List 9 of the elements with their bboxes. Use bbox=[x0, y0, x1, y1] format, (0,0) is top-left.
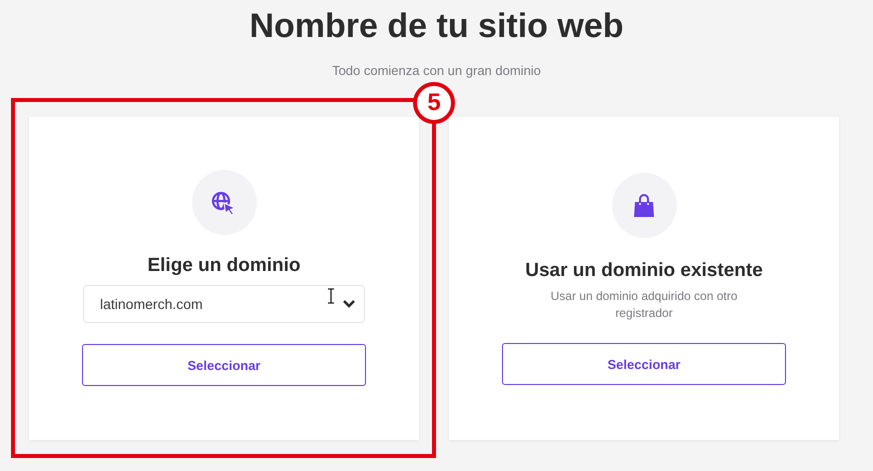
card-description: Usar un dominio adquirido con otro registrador bbox=[550, 288, 738, 322]
page-subtitle: Todo comienza con un gran dominio bbox=[332, 63, 541, 78]
card-title: Usar un dominio existente bbox=[525, 260, 763, 282]
domain-select[interactable]: latinomerch.com bbox=[83, 285, 365, 323]
page-title: Nombre de tu sitio web bbox=[249, 6, 624, 47]
select-button[interactable]: Seleccionar bbox=[502, 343, 786, 385]
select-button[interactable]: Seleccionar bbox=[82, 344, 366, 386]
step-number: 5 bbox=[413, 82, 455, 124]
card-title: Elige un dominio bbox=[147, 255, 301, 277]
